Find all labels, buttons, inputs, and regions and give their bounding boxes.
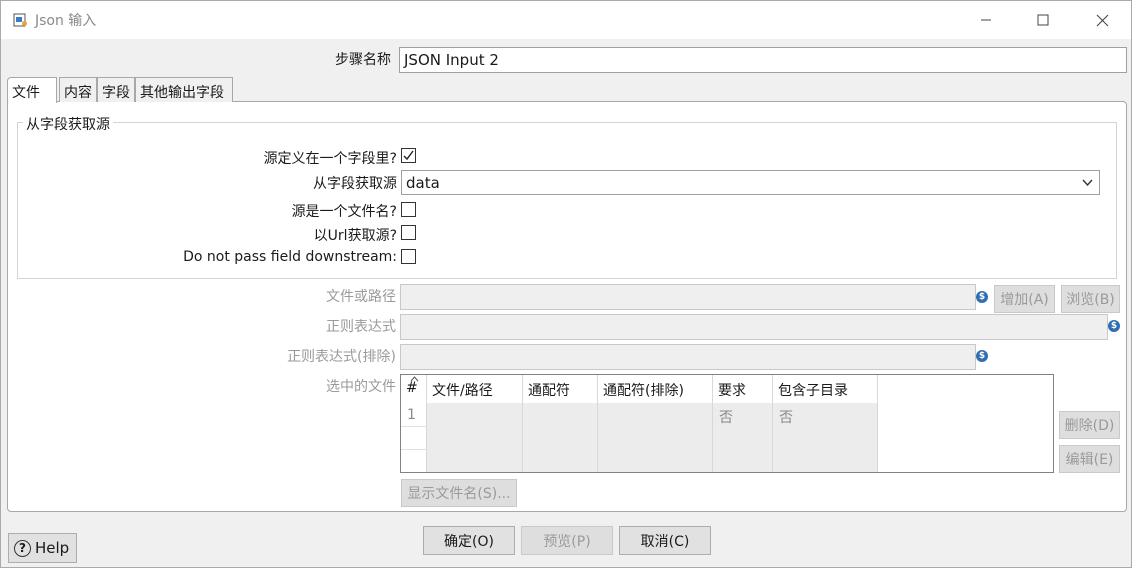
required-cell[interactable]: 否 (713, 403, 733, 427)
title-bar: Json 输入 (1, 1, 1131, 39)
close-button[interactable] (1073, 1, 1131, 39)
window-title: Json 输入 (35, 13, 97, 29)
table-column (427, 403, 523, 472)
table-header-wildcard-exclude[interactable]: 通配符(排除) (598, 375, 713, 403)
minimize-button[interactable] (957, 1, 1015, 39)
maximize-icon (1037, 14, 1049, 26)
file-or-dir-input[interactable] (400, 284, 976, 310)
file-or-dir-label: 文件或路径 (326, 289, 396, 305)
file-path-cell[interactable] (427, 403, 433, 407)
read-source-as-url-checkbox[interactable] (401, 225, 416, 240)
step-name-label: 步骤名称 (335, 52, 391, 68)
row-index-cell: 1 (407, 407, 416, 423)
chevron-down-icon (1082, 179, 1093, 187)
selected-files-label: 选中的文件 (326, 379, 396, 395)
variable-icon: $ (1108, 320, 1120, 332)
close-icon (1096, 14, 1108, 26)
regex-exclude-input[interactable] (400, 344, 976, 370)
cancel-button[interactable]: 取消(C) (619, 526, 711, 555)
variable-icon: $ (976, 291, 988, 303)
wildcard-exclude-cell[interactable] (598, 403, 604, 407)
wildcard-cell[interactable] (523, 403, 529, 407)
source-in-field-label: 源定义在一个字段里? (263, 151, 397, 167)
browse-button[interactable]: 浏览(B) (1061, 285, 1120, 313)
tab-file[interactable]: 文件 (7, 77, 57, 103)
delete-button[interactable]: 删除(D) (1059, 411, 1120, 439)
tab-file-label: 文件 (12, 85, 40, 101)
sort-up-icon (410, 376, 419, 382)
get-source-from-field-label: 从字段获取源 (313, 176, 397, 192)
tab-additional-output-fields[interactable]: 其他输出字段 (135, 77, 233, 102)
tab-fields-label: 字段 (102, 85, 130, 101)
app-icon (13, 13, 27, 27)
group-title: 从字段获取源 (23, 114, 113, 134)
maximize-button[interactable] (1014, 1, 1072, 39)
table-header-required[interactable]: 要求 (713, 375, 773, 403)
tab-content[interactable]: 内容 (59, 77, 97, 102)
read-source-as-url-label: 以Url获取源? (313, 228, 397, 244)
regex-label: 正则表达式 (326, 319, 396, 335)
variable-icon: $ (976, 350, 988, 362)
source-field-select[interactable]: data (401, 170, 1100, 195)
table-header-include-subfolders[interactable]: 包含子目录 (773, 375, 878, 403)
minimize-icon (981, 19, 991, 21)
source-is-filename-checkbox[interactable] (401, 202, 416, 217)
source-is-filename-label: 源是一个文件名? (291, 204, 397, 220)
source-field-value: data (406, 174, 440, 192)
table-column (598, 403, 713, 472)
regex-exclude-label: 正则表达式(排除) (287, 349, 396, 365)
table-header-file-path[interactable]: 文件/路径 (427, 375, 523, 403)
tab-content-label: 内容 (64, 85, 92, 101)
show-filenames-button[interactable]: 显示文件名(S)... (401, 479, 517, 507)
edit-button[interactable]: 编辑(E) (1059, 445, 1120, 473)
table-column (523, 403, 598, 472)
tab-fields[interactable]: 字段 (97, 77, 135, 102)
row-divider (401, 449, 427, 450)
help-label: Help (35, 539, 70, 557)
selected-files-table[interactable]: # 文件/路径 通配符 通配符(排除) 要求 包含子目录 1 否 否 (400, 374, 1054, 473)
help-icon: ? (14, 539, 31, 557)
source-in-field-checkbox[interactable] (401, 148, 416, 163)
table-header-wildcard[interactable]: 通配符 (523, 375, 598, 403)
include-subfolders-cell[interactable]: 否 (773, 403, 793, 427)
add-button[interactable]: 增加(A) (994, 285, 1055, 313)
preview-button[interactable]: 预览(P) (521, 526, 613, 555)
help-button[interactable]: ? Help (8, 533, 77, 563)
do-not-pass-field-label: Do not pass field downstream: (183, 249, 397, 265)
step-name-input[interactable]: JSON Input 2 (399, 47, 1127, 73)
tab-additional-label: 其他输出字段 (140, 85, 224, 101)
dialog-window: Json 输入 步骤名称 JSON Input 2 文件 内容 字段 其他输出字… (0, 0, 1132, 568)
row-divider (401, 426, 427, 427)
regex-input[interactable] (400, 314, 1108, 340)
ok-button[interactable]: 确定(O) (423, 526, 515, 555)
do-not-pass-field-checkbox[interactable] (401, 249, 416, 264)
checkmark-icon (403, 150, 414, 161)
